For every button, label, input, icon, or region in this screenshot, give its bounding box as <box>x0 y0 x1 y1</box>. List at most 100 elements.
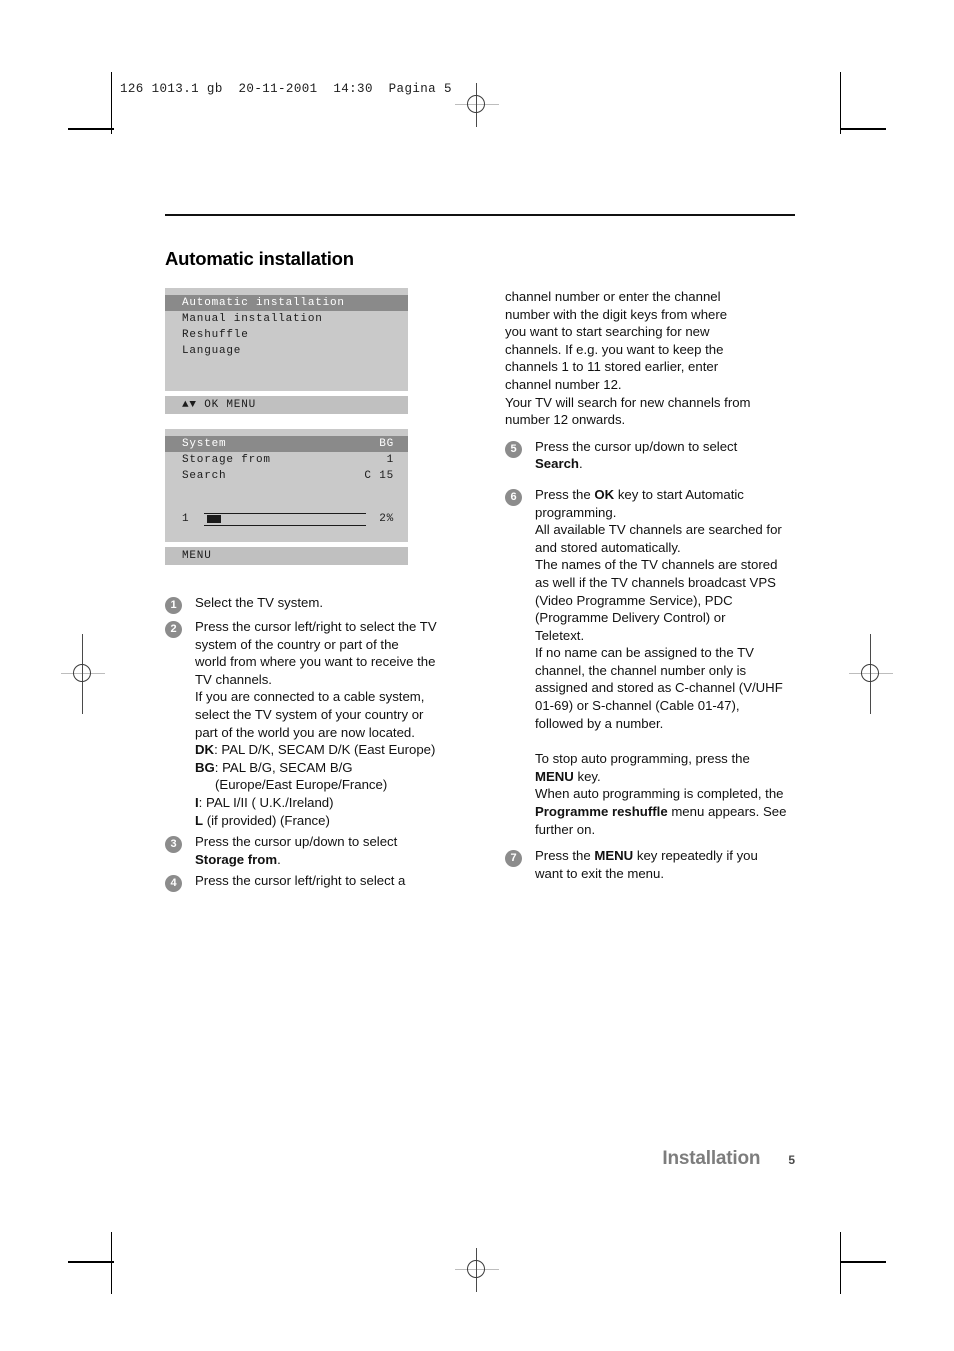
key-name-menu: MENU <box>535 768 574 784</box>
continuation-line: channel number 12. <box>505 376 622 392</box>
osd-menu-item-language[interactable]: Language <box>165 343 408 359</box>
step-6: 6 Press the OK key to start Automatic pr… <box>505 486 795 732</box>
progress-channel-number: 1 <box>182 513 190 525</box>
header-divider-line <box>111 72 112 134</box>
tv-system-code: DK <box>195 742 215 758</box>
step-text: Press the OK key to start Automatic prog… <box>535 486 795 732</box>
step-line: followed by a number. <box>535 715 664 731</box>
continuation-paragraph: channel number or enter the channel numb… <box>505 288 795 429</box>
step-line: select the TV system of your country or <box>195 706 424 722</box>
step-line: Press the cursor left/right to select a <box>195 873 406 889</box>
step-line: Press the OK key to start Automatic <box>535 486 795 504</box>
osd-row-value: BG <box>379 438 394 450</box>
page-footer: Installation 5 <box>165 1148 795 1170</box>
tv-system-i: I: PAL I/II ( U.K./Ireland) <box>195 794 465 812</box>
crop-mark-bottom-right-horizontal <box>840 1261 886 1263</box>
step-line-suffix: . <box>579 456 583 472</box>
continuation-line: Your TV will search for new channels fro… <box>505 394 751 410</box>
step-text: Press the cursor up/down to select Searc… <box>535 438 795 473</box>
step-line: world from where you want to receive the <box>195 654 436 670</box>
step-text: Select the TV system. <box>195 594 465 612</box>
registration-mark-left <box>61 634 105 714</box>
right-column: channel number or enter the channel numb… <box>505 288 795 896</box>
step-text: Press the cursor up/down to select Stora… <box>195 833 465 868</box>
step-number-badge: 5 <box>505 440 522 458</box>
step-line-suffix: key to start Automatic <box>614 486 744 502</box>
step-3: 3 Press the cursor up/down to select Sto… <box>165 833 465 868</box>
step-text: Press the cursor left/right to select th… <box>195 618 465 829</box>
osd-row-value: C 15 <box>364 470 394 482</box>
osd-row-storage-from[interactable]: Storage from 1 <box>165 452 408 468</box>
step-line: TV channels. <box>195 671 272 687</box>
osd-row-label: System <box>182 438 227 450</box>
step-line: part of the world you are now located. <box>195 724 415 740</box>
tv-system-description: PAL I/II ( U.K./Ireland) <box>206 794 334 810</box>
menu-term-programme-reshuffle: Programme reshuffle <box>535 804 668 820</box>
progress-bar-track <box>204 512 366 526</box>
osd-search-progress: 1 2% <box>165 506 408 532</box>
continuation-line: number 12 onwards. <box>505 412 626 428</box>
osd-menu-item-reshuffle[interactable]: Reshuffle <box>165 327 408 343</box>
tv-system-separator: : <box>214 759 223 775</box>
step-line: Press the cursor up/down to select <box>195 834 398 850</box>
osd-search-menu: System BG Storage from 1 Search C 15 1 2… <box>165 429 408 565</box>
step-line-prefix: Press the <box>535 486 595 502</box>
osd-installation-menu: Automatic installation Manual installati… <box>165 288 408 414</box>
step-line: The names of the TV channels are stored <box>535 557 778 573</box>
registration-mark-top <box>455 83 499 127</box>
continuation-line: channels. If e.g. you want to keep the <box>505 341 724 357</box>
step-number-badge: 4 <box>165 875 182 893</box>
step-number-badge: 6 <box>505 488 522 506</box>
printer-header-text: 126 1013.1 gb 20-11-2001 14:30 Pagina 5 <box>120 82 452 96</box>
continuation-line: you want to start searching for new <box>505 324 710 340</box>
step-line: Press the cursor up/down to select <box>535 438 738 454</box>
step-line: 01-69) or S-channel (Cable 01-47), <box>535 698 740 714</box>
crop-mark-top-right-horizontal <box>840 128 886 130</box>
step-2: 2 Press the cursor left/right to select … <box>165 618 465 829</box>
note-line: Programme reshuffle menu appears. See <box>535 803 795 821</box>
key-name-ok: OK <box>594 486 615 502</box>
step-5: 5 Press the cursor up/down to select Sea… <box>505 438 795 473</box>
step-line: Press the MENU key repeatedly if you <box>535 847 795 865</box>
osd-menu-item-label: Automatic installation <box>182 297 345 309</box>
step-line: (Programme Delivery Control) or <box>535 610 726 626</box>
step-line: Search. <box>535 455 795 473</box>
tv-system-dk: DK: PAL D/K, SECAM D/K (East Europe) <box>195 741 465 759</box>
step-1: 1 Select the TV system. <box>165 594 465 614</box>
step-line: Storage from. <box>195 851 465 869</box>
tv-system-bg-continued: (Europe/East Europe/France) <box>215 777 388 793</box>
title-divider-rule <box>165 214 795 216</box>
osd-menu-item-manual-installation[interactable]: Manual installation <box>165 311 408 327</box>
step-line: programming. <box>535 504 617 520</box>
key-name-menu: MENU <box>594 848 634 864</box>
step-line-suffix: . <box>277 851 281 867</box>
osd-status-bar: ▲▼ OK MENU <box>165 396 408 414</box>
step-line: assigned and stored as C-channel (V/UHF <box>535 680 783 696</box>
crop-mark-bottom-left-vertical <box>111 1232 112 1294</box>
tv-system-description: PAL D/K, SECAM D/K (East Europe) <box>221 742 436 758</box>
step-text: Press the MENU key repeatedly if you wan… <box>535 847 795 882</box>
tv-system-separator: : <box>198 794 206 810</box>
crop-mark-bottom-left-horizontal <box>68 1261 114 1263</box>
osd-search-body: System BG Storage from 1 Search C 15 1 2… <box>165 429 408 542</box>
note-line: further on. <box>535 821 596 837</box>
page-title: Automatic installation <box>165 248 354 269</box>
osd-menu-item-label: Language <box>182 345 242 357</box>
step-number-badge: 2 <box>165 621 182 638</box>
osd-row-label: Search <box>182 470 227 482</box>
tv-system-l: L (if provided) (France) <box>195 812 465 830</box>
step-7: 7 Press the MENU key repeatedly if you w… <box>505 847 795 882</box>
osd-row-system[interactable]: System BG <box>165 436 408 452</box>
osd-row-search[interactable]: Search C 15 <box>165 468 408 484</box>
note-line: When auto programming is completed, the <box>535 786 784 802</box>
osd-menu-item-automatic-installation[interactable]: Automatic installation <box>165 295 408 311</box>
note-line: MENU key. <box>535 768 795 786</box>
menu-term-storage-from: Storage from <box>195 851 278 867</box>
footer-page-number: 5 <box>788 1153 795 1167</box>
step-line-prefix: Press the <box>535 848 595 864</box>
tv-system-code: L <box>195 812 204 828</box>
step-line: Teletext. <box>535 627 585 643</box>
osd-menu-body: Automatic installation Manual installati… <box>165 288 408 391</box>
step-line: Press the cursor left/right to select th… <box>195 619 437 634</box>
step-line: Select the TV system. <box>195 595 324 610</box>
